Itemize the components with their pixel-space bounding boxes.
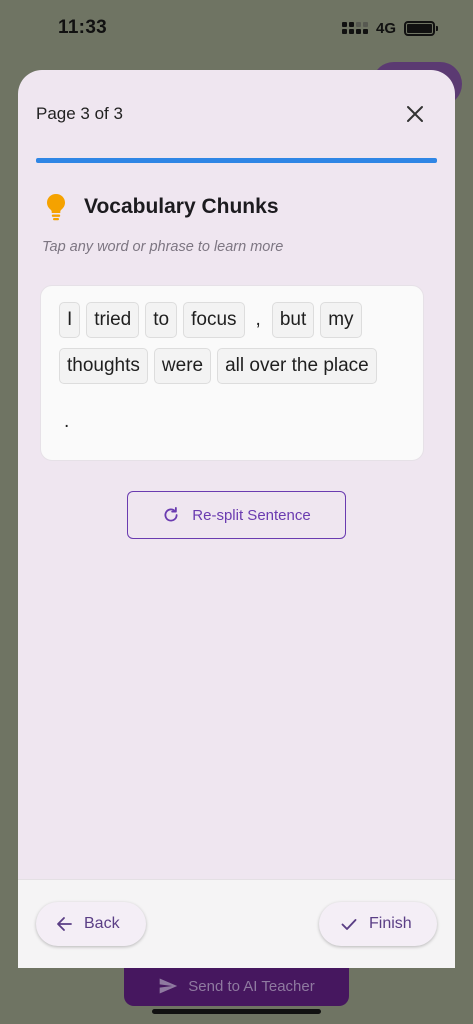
chunk-word[interactable]: were	[153, 348, 212, 384]
section-title: Vocabulary Chunks	[84, 195, 279, 218]
resplit-sentence-button[interactable]: Re-split Sentence	[127, 491, 346, 539]
bottom-sheet: Page 3 of 3 Vocabulary Chunks Tap any wo…	[18, 70, 455, 968]
close-button[interactable]	[401, 100, 429, 128]
chunk-word[interactable]: focus	[183, 302, 245, 338]
arrow-left-icon	[57, 917, 72, 931]
send-icon	[159, 978, 178, 994]
resplit-label: Re-split Sentence	[192, 506, 311, 524]
chunk-word[interactable]: I	[59, 302, 81, 338]
status-indicators: 4G	[341, 19, 438, 37]
chunk-word[interactable]: thoughts	[59, 348, 148, 384]
check-icon	[341, 919, 357, 930]
signal-icon	[341, 22, 368, 34]
send-to-ai-teacher-button: Send to AI Teacher	[124, 966, 349, 1006]
chunk-punctuation[interactable]: .	[59, 404, 74, 440]
hint-text: Tap any word or phrase to learn more	[42, 239, 284, 255]
battery-icon	[404, 20, 438, 36]
section-header: Vocabulary Chunks	[44, 193, 455, 221]
chunk-punctuation[interactable]: ,	[251, 302, 266, 338]
page-indicator: Page 3 of 3	[36, 104, 123, 123]
network-type: 4G	[375, 19, 396, 37]
sheet-header: Page 3 of 3	[18, 70, 455, 158]
send-button-label: Send to AI Teacher	[188, 977, 315, 995]
finish-button[interactable]: Finish	[319, 902, 437, 946]
chunk-word[interactable]: but	[271, 302, 315, 338]
status-time: 11:33	[58, 17, 108, 38]
lightbulb-icon	[47, 194, 65, 221]
chunk-phrase[interactable]: all over the place	[217, 348, 377, 384]
progress-bar	[36, 158, 437, 163]
home-indicator	[152, 1009, 321, 1014]
chunk-word[interactable]: to	[145, 302, 178, 338]
back-button[interactable]: Back	[36, 902, 146, 946]
back-label: Back	[84, 915, 120, 932]
vocabulary-chunk-card: I tried to focus , but my thoughts were …	[40, 285, 424, 461]
chunk-word[interactable]: tried	[86, 302, 140, 338]
status-bar: 11:33 4G	[0, 0, 473, 56]
sheet-footer: Back Finish	[18, 879, 455, 968]
finish-label: Finish	[369, 915, 412, 932]
close-icon	[407, 106, 423, 122]
progress-bar-fill	[36, 158, 437, 163]
refresh-icon	[164, 506, 178, 522]
chunk-word[interactable]: my	[320, 302, 362, 338]
